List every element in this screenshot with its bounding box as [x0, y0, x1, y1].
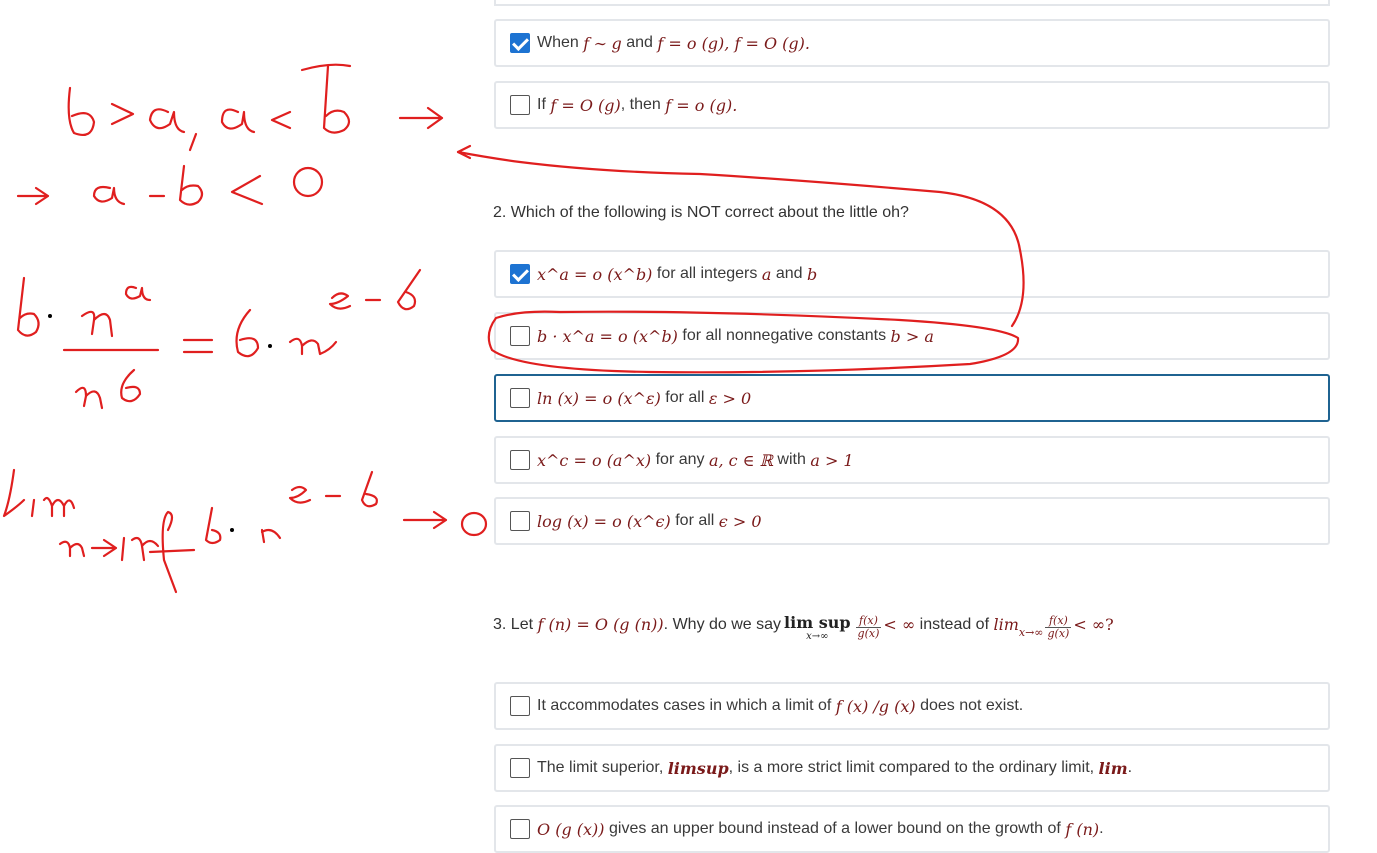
q3-option-1[interactable]: It accommodates cases in which a limit o… — [494, 682, 1330, 730]
q3-option-2[interactable]: The limit superior, limsup, is a more st… — [494, 744, 1330, 792]
q2-option-3[interactable]: ln (x) = o (x^ε) for all ε > 0 — [494, 374, 1330, 422]
q2-option-1[interactable]: x^a = o (x^b) for all integers a and b — [494, 250, 1330, 298]
q2-option-4[interactable]: x^c = o (a^x) for any a, c ∈ ℝ with a > … — [494, 436, 1330, 484]
checkbox[interactable] — [510, 511, 530, 531]
question-2-prompt: 2. Which of the following is NOT correct… — [493, 204, 909, 221]
q3-option-3[interactable]: O (g (x)) gives an upper bound instead o… — [494, 805, 1330, 853]
checkbox[interactable] — [510, 388, 530, 408]
question-3-prompt: 3. Let f (n) = O (g (n)). Why do we say … — [493, 613, 1114, 642]
fraction-2: f(x) g(x) — [1045, 614, 1072, 640]
limsup-expression: lim sup x→∞ — [784, 613, 851, 642]
checkbox-checked[interactable] — [510, 264, 530, 284]
q2-option-5[interactable]: log (x) = o (x^ϵ) for all ϵ > 0 — [494, 497, 1330, 545]
checkbox[interactable] — [510, 758, 530, 778]
checkbox[interactable] — [510, 95, 530, 115]
previous-option-box — [494, 0, 1330, 6]
q1-option-1[interactable]: When f ∼ g and f = o (g), f = O (g). — [494, 19, 1330, 67]
checkbox[interactable] — [510, 450, 530, 470]
checkbox[interactable] — [510, 696, 530, 716]
q2-option-2[interactable]: b · x^a = o (x^b) for all nonnegative co… — [494, 312, 1330, 360]
checkbox[interactable] — [510, 326, 530, 346]
checkbox-checked[interactable] — [510, 33, 530, 53]
fraction: f(x) g(x) — [855, 614, 882, 640]
q1-option-2[interactable]: If f = O (g), then f = o (g). — [494, 81, 1330, 129]
checkbox[interactable] — [510, 819, 530, 839]
